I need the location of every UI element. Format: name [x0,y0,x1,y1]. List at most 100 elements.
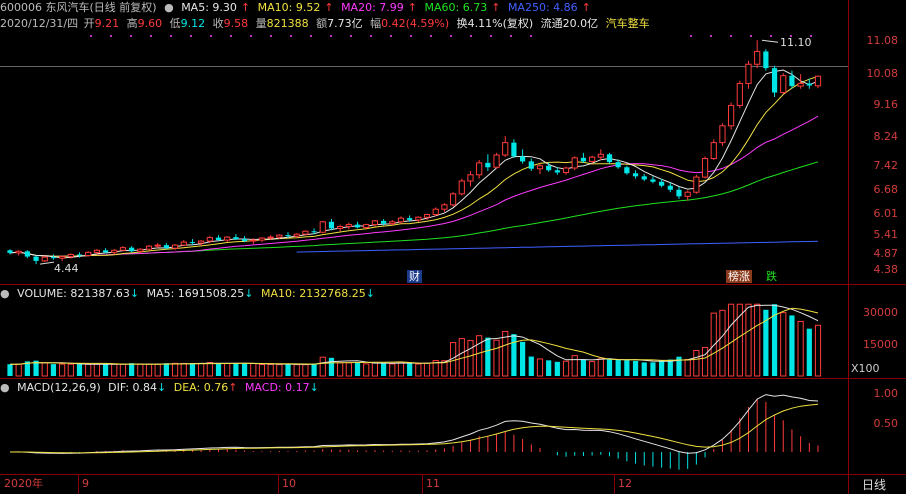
volume-bar-down [163,363,169,376]
volume-bar-up [319,356,326,377]
volume-bar-up [267,364,274,377]
volume-bar-down [528,356,534,376]
top-marker-dot [770,35,772,37]
volume-bar-up [171,362,179,377]
volume-bar-up [363,363,370,377]
volume-bar-down [667,359,673,376]
candle-body-up [345,224,352,227]
volume-bar-down [659,360,665,376]
volume-bar-up [597,358,604,377]
candle-body-down [129,247,135,252]
candle-body-down [606,154,613,163]
volume-bar-down [233,363,239,376]
volume-bar-up [397,361,405,377]
candle-body-up [250,239,257,242]
candle-body-down [33,256,39,261]
volume-bar-up [345,362,352,377]
volume-bar-down [650,362,656,376]
volume-bar-down [407,363,413,376]
volume-bar-up [536,358,544,377]
high-annotation: 11.10 [780,36,812,49]
candle-body-down [407,218,413,220]
candle-body-down [163,245,169,249]
top-marker-dot [230,35,232,37]
candle-body-up [371,220,379,226]
candle-body-up [441,204,448,210]
volume-bar-down [7,364,13,376]
volume-bar-down [580,359,587,376]
volume-bar-down [606,358,613,376]
volume-bar-up [719,309,726,377]
volume-bar-up [145,363,153,377]
volume-bar-up [562,360,570,377]
volume-bar-up [701,346,709,377]
volume-bar-down [485,337,491,376]
candle-body-down [511,142,517,157]
volume-bar-up [780,312,787,377]
volume-bar-up [93,363,100,377]
candle-body-up [684,191,691,197]
candle-body-down [580,157,587,162]
candle-body-up [476,162,483,176]
top-marker-dot [370,35,372,37]
volume-bar-down [806,328,812,376]
volume-bar-up [389,363,396,377]
candle-body-up [701,158,709,178]
top-marker-dot [430,35,432,37]
volume-bar-up [423,362,431,377]
candle-body-up [536,165,544,170]
top-marker-dot [170,35,172,37]
volume-bar-up [467,340,474,377]
volume-bar-up [15,363,22,377]
volume-bar-down [615,359,621,376]
candle-body-down [554,170,560,173]
volume-bar-up [728,303,735,377]
kline-chart[interactable] [0,0,906,494]
volume-bar-up [180,362,187,377]
candle-body-up [710,142,717,160]
volume-bar-down [50,364,57,376]
volume-bar-down [624,360,630,376]
volume-bar-up [589,361,596,377]
volume-bar-up [736,303,743,377]
candle-body-up [293,233,300,237]
candle-body-up [258,237,266,241]
candle-body-up [171,244,179,249]
volume-bar-up [198,362,205,377]
candle-body-up [206,237,213,242]
volume-bar-down [632,360,639,376]
top-marker-dot [710,35,712,37]
top-marker-dot [310,35,312,37]
low-annotation: 4.44 [54,262,79,275]
candle-body-down [76,254,83,256]
candle-body-down [380,220,387,224]
candle-body-up [571,157,578,169]
volume-bar-down [241,363,248,376]
top-marker-dot [350,35,352,37]
volume-bar-up [684,358,691,377]
candle-body-down [641,176,647,180]
candle-body-up [85,251,92,257]
candle-body-up [597,153,604,158]
candle-body-up [15,250,22,254]
volume-bar-up [154,363,161,377]
top-marker-dot [750,35,752,37]
candle-body-up [693,176,700,193]
ma10-line [9,75,819,257]
candle-body-up [797,82,804,87]
candle-body-down [215,237,222,241]
candle-body-up [728,104,735,127]
volume-bar-down [554,361,560,376]
candle-body-down [528,161,534,169]
candle-body-down [632,173,639,177]
candle-body-up [145,245,153,250]
candle-body-down [311,231,317,233]
candle-body-down [102,250,109,253]
top-marker-dot [250,35,252,37]
candle-body-down [354,224,361,228]
volume-bar-up [59,363,66,377]
candle-body-up [432,208,439,216]
candle-body-up [814,75,822,87]
volume-bar-down [519,341,526,376]
volume-bar-down [546,360,552,376]
